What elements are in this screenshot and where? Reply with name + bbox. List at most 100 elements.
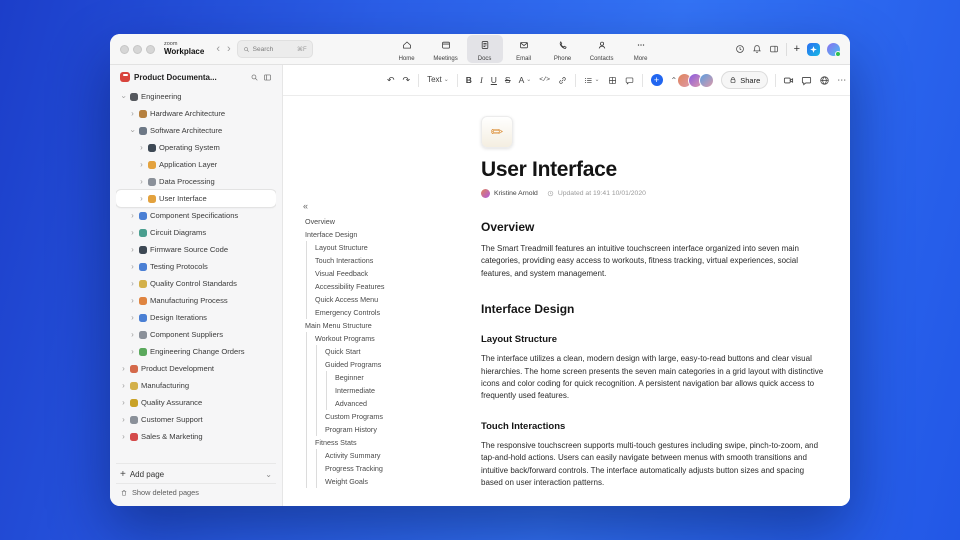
sidebar-item-component-suppliers[interactable]: › Component Suppliers [116, 326, 276, 343]
panel-toggle-button[interactable] [769, 44, 779, 54]
sidebar-item-testing-protocols[interactable]: › Testing Protocols [116, 258, 276, 275]
maximize-window-button[interactable] [146, 44, 155, 54]
sidebar-search-icon[interactable] [250, 73, 259, 82]
outline-item-fitness-stats[interactable]: Fitness Stats [303, 436, 425, 449]
outline-item-weight-goals[interactable]: Weight Goals [303, 475, 425, 488]
chevron-right-icon[interactable]: › [129, 109, 136, 118]
doc-heading[interactable]: Interface Design [481, 302, 824, 316]
chevron-right-icon[interactable]: › [129, 296, 136, 305]
sidebar-item-design-iterations[interactable]: › Design Iterations [116, 309, 276, 326]
sidebar-item-data-processing[interactable]: › Data Processing [116, 173, 276, 190]
tab-home[interactable]: Home [389, 35, 425, 63]
list-dropdown[interactable]: ⌄ [584, 76, 600, 85]
chevron-down-icon[interactable]: ⌄ [265, 470, 272, 479]
italic-button[interactable]: I [480, 76, 483, 85]
outline-item-intermediate[interactable]: Intermediate [303, 384, 425, 397]
chevron-right-icon[interactable]: › [129, 228, 136, 237]
outline-item-layout-structure[interactable]: Layout Structure [303, 241, 425, 254]
tab-meetings[interactable]: Meetings [428, 35, 464, 63]
chevron-right-icon[interactable]: › [138, 194, 145, 203]
chat-button[interactable] [801, 75, 812, 86]
chevron-right-icon[interactable]: › [120, 398, 127, 407]
outline-item-quick-start[interactable]: Quick Start [303, 345, 425, 358]
outline-item-program-history[interactable]: Program History [303, 423, 425, 436]
outline-item-custom-programs[interactable]: Custom Programs [303, 410, 425, 423]
chevron-down-icon[interactable]: › [129, 127, 138, 134]
chevron-right-icon[interactable]: › [129, 330, 136, 339]
chevron-right-icon[interactable]: › [120, 415, 127, 424]
chevron-down-icon[interactable]: › [120, 93, 129, 100]
chevron-right-icon[interactable]: › [120, 364, 127, 373]
text-style-dropdown[interactable]: Text ⌄ [427, 76, 449, 84]
chevron-right-icon[interactable]: › [138, 143, 145, 152]
doc-heading[interactable]: Layout Structure [481, 334, 824, 345]
outline-item-overview[interactable]: Overview [303, 215, 425, 228]
more-options-button[interactable]: ⋯ [837, 75, 847, 86]
chevron-right-icon[interactable]: › [138, 177, 145, 186]
undo-button[interactable]: ↶ [387, 75, 395, 85]
start-video-button[interactable] [783, 75, 794, 86]
tab-phone[interactable]: Phone [545, 35, 581, 63]
back-button[interactable]: ‹ [215, 43, 221, 55]
sidebar-item-quality-control-standards[interactable]: › Quality Control Standards [116, 275, 276, 292]
add-page-button[interactable]: + Add page ⌄ [116, 466, 276, 483]
collapse-toolbar-button[interactable]: ⌃ [671, 76, 678, 85]
underline-button[interactable]: U [491, 76, 497, 85]
tab-contacts[interactable]: Contacts [584, 35, 620, 63]
show-deleted-pages-button[interactable]: Show deleted pages [116, 483, 276, 501]
outline-item-interface-design[interactable]: Interface Design [303, 228, 425, 241]
outline-item-emergency-controls[interactable]: Emergency Controls [303, 306, 425, 319]
outline-item-touch-interactions[interactable]: Touch Interactions [303, 254, 425, 267]
chevron-right-icon[interactable]: › [129, 211, 136, 220]
forward-button[interactable]: › [226, 43, 232, 55]
comment-button[interactable] [625, 76, 634, 85]
doc-paragraph[interactable]: The interface utilizes a clean, modern d… [481, 353, 824, 403]
sidebar-item-manufacturing[interactable]: › Manufacturing [116, 377, 276, 394]
outline-item-accessibility-features[interactable]: Accessibility Features [303, 280, 425, 293]
document-canvas[interactable]: ✏ User Interface Kristine Arnold Updated… [425, 96, 850, 506]
outline-item-workout-programs[interactable]: Workout Programs [303, 332, 425, 345]
page-emoji-icon[interactable]: ✏ [481, 116, 513, 148]
sidebar-item-firmware-source-code[interactable]: › Firmware Source Code [116, 241, 276, 258]
code-button[interactable]: </> [539, 76, 550, 84]
doc-paragraph[interactable]: The responsive touchscreen supports mult… [481, 440, 824, 490]
outline-item-beginner[interactable]: Beginner [303, 371, 425, 384]
close-window-button[interactable] [120, 44, 129, 54]
workspace-title[interactable]: Product Documenta... [134, 73, 246, 82]
sidebar-item-hardware-architecture[interactable]: › Hardware Architecture [116, 105, 276, 122]
strikethrough-button[interactable]: S [505, 76, 511, 85]
sidebar-collapse-icon[interactable] [263, 73, 272, 82]
outline-item-visual-feedback[interactable]: Visual Feedback [303, 267, 425, 280]
chevron-right-icon[interactable]: › [138, 160, 145, 169]
doc-heading[interactable]: Touch Interactions [481, 421, 824, 432]
sidebar-item-component-specifications[interactable]: › Component Specifications [116, 207, 276, 224]
sidebar-item-sales-marketing[interactable]: › Sales & Marketing [116, 428, 276, 445]
sidebar-item-software-architecture[interactable]: › Software Architecture [116, 122, 276, 139]
tab-email[interactable]: Email [506, 35, 542, 63]
sidebar-item-user-interface[interactable]: › User Interface [116, 190, 276, 207]
outline-item-activity-summary[interactable]: Activity Summary [303, 449, 425, 462]
table-button[interactable] [608, 76, 617, 85]
history-button[interactable] [735, 44, 745, 54]
outline-item-guided-programs[interactable]: Guided Programs [303, 358, 425, 371]
sidebar-item-engineering[interactable]: › Engineering [116, 88, 276, 105]
sidebar-item-manufacturing-process[interactable]: › Manufacturing Process [116, 292, 276, 309]
outline-item-advanced[interactable]: Advanced [303, 397, 425, 410]
tab-docs[interactable]: Docs [466, 35, 503, 63]
outline-item-main-menu-structure[interactable]: Main Menu Structure [303, 319, 425, 332]
chevron-right-icon[interactable]: › [129, 245, 136, 254]
sidebar-item-operating-system[interactable]: › Operating System [116, 139, 276, 156]
collapse-outline-button[interactable]: « [303, 201, 308, 211]
doc-heading[interactable]: Overview [481, 220, 824, 234]
sidebar-item-circuit-diagrams[interactable]: › Circuit Diagrams [116, 224, 276, 241]
notifications-button[interactable] [752, 44, 762, 54]
sidebar-item-product-development[interactable]: › Product Development [116, 360, 276, 377]
page-title[interactable]: User Interface [481, 158, 824, 182]
sidebar-item-quality-assurance[interactable]: › Quality Assurance [116, 394, 276, 411]
outline-item-quick-access-menu[interactable]: Quick Access Menu [303, 293, 425, 306]
link-button[interactable] [558, 76, 567, 85]
add-button[interactable]: + [794, 43, 800, 55]
text-color-dropdown[interactable]: A ⌄ [519, 76, 532, 85]
tab-more[interactable]: More [623, 35, 659, 63]
sidebar-item-engineering-change-orders[interactable]: › Engineering Change Orders [116, 343, 276, 360]
